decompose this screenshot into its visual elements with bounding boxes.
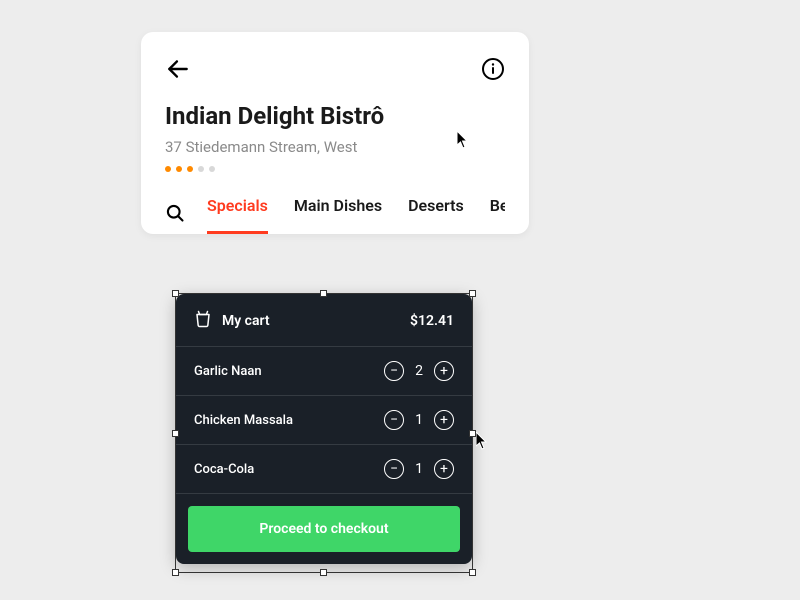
cart-item: Coca-Cola − 1 + bbox=[176, 445, 472, 494]
cursor-arrow-icon bbox=[476, 432, 490, 454]
increment-icon[interactable]: + bbox=[434, 410, 454, 430]
resize-handle[interactable] bbox=[172, 569, 179, 576]
cart-item-name: Coca-Cola bbox=[194, 462, 254, 477]
resize-handle[interactable] bbox=[320, 290, 327, 297]
decrement-icon[interactable]: − bbox=[384, 459, 404, 479]
category-tabs: Specials Main Dishes Deserts Beverages bbox=[207, 196, 505, 234]
resize-handle[interactable] bbox=[320, 569, 327, 576]
cart-panel: My cart $12.41 Garlic Naan − 2 + Chicken… bbox=[176, 294, 472, 564]
proceed-to-checkout-button[interactable]: Proceed to checkout bbox=[188, 506, 460, 552]
cart-item-qty: 2 bbox=[414, 363, 424, 379]
decrement-icon[interactable]: − bbox=[384, 361, 404, 381]
cart-total: $12.41 bbox=[410, 313, 454, 329]
cart-item-name: Garlic Naan bbox=[194, 364, 262, 379]
shopping-bag-icon bbox=[194, 310, 212, 332]
resize-handle[interactable] bbox=[469, 290, 476, 297]
cart-item: Garlic Naan − 2 + bbox=[176, 347, 472, 396]
tab-beverages[interactable]: Beverages bbox=[490, 196, 505, 234]
resize-handle[interactable] bbox=[469, 569, 476, 576]
cart-title: My cart bbox=[222, 313, 270, 329]
resize-handle[interactable] bbox=[172, 430, 179, 437]
cart-item-qty: 1 bbox=[414, 412, 424, 428]
restaurant-address: 37 Stiedemann Stream, West bbox=[165, 138, 505, 156]
decrement-icon[interactable]: − bbox=[384, 410, 404, 430]
rating-dots bbox=[165, 166, 505, 172]
cart-item-qty: 1 bbox=[414, 461, 424, 477]
tab-specials[interactable]: Specials bbox=[207, 196, 268, 234]
search-icon[interactable] bbox=[165, 203, 185, 227]
increment-icon[interactable]: + bbox=[434, 459, 454, 479]
restaurant-header-card: Indian Delight Bistrô 37 Stiedemann Stre… bbox=[141, 32, 529, 234]
resize-handle[interactable] bbox=[172, 290, 179, 297]
info-icon[interactable] bbox=[481, 57, 505, 81]
cart-item: Chicken Massala − 1 + bbox=[176, 396, 472, 445]
cart-item-name: Chicken Massala bbox=[194, 413, 293, 428]
back-icon[interactable] bbox=[165, 56, 191, 82]
resize-handle[interactable] bbox=[469, 430, 476, 437]
tab-deserts[interactable]: Deserts bbox=[408, 196, 464, 234]
tab-main-dishes[interactable]: Main Dishes bbox=[294, 196, 382, 234]
cart-header[interactable]: My cart $12.41 bbox=[176, 294, 472, 347]
increment-icon[interactable]: + bbox=[434, 361, 454, 381]
restaurant-title: Indian Delight Bistrô bbox=[165, 102, 505, 130]
